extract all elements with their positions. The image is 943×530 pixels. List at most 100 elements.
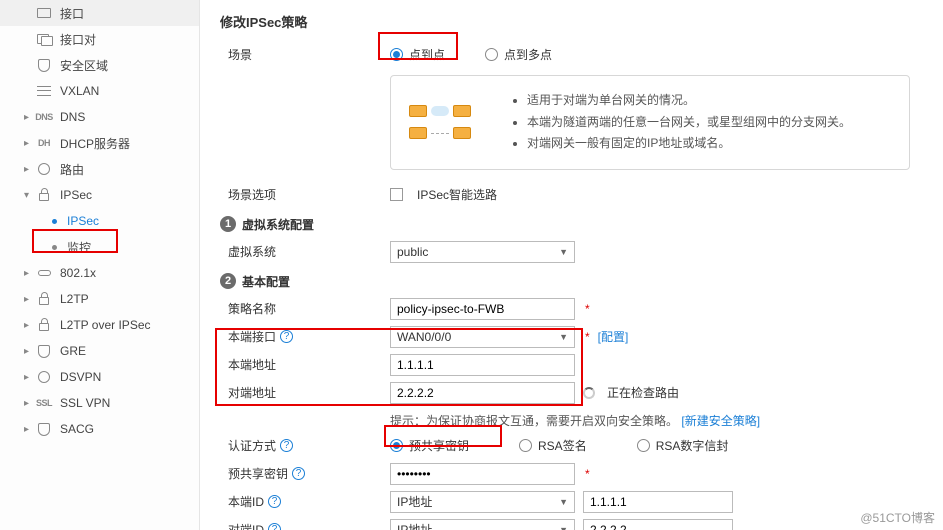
scene-radio-p2p[interactable]: 点到点 <box>390 46 445 63</box>
help-icon[interactable]: ? <box>292 467 305 480</box>
info-line-1: 本端为隧道两端的任意一台网关，或星型组网中的分支网关。 <box>527 112 851 134</box>
hint-line: 提示：为保证协商报文互通，需要开启双向安全策略。 [新建安全策略] <box>390 408 923 433</box>
help-icon[interactable]: ? <box>268 523 281 530</box>
sidebar-item-接口对[interactable]: 接口对 <box>0 26 199 52</box>
local-if-select[interactable]: WAN0/0/0 ▼ <box>390 326 575 348</box>
sidebar-item-路由[interactable]: ▸路由 <box>0 156 199 182</box>
sidebar-item-IPSec[interactable]: ▾IPSec <box>0 182 199 208</box>
local-addr-label: 本端地址 <box>228 356 276 373</box>
sidebar-item-label: VXLAN <box>60 84 191 98</box>
auth-radio-psk[interactable]: 预共享密钥 <box>390 437 469 454</box>
net-icon <box>36 370 52 384</box>
sidebar-item-SSL VPN[interactable]: ▸SSLSSL VPN <box>0 390 199 416</box>
chevron-right-icon: ▸ <box>24 424 34 435</box>
rect-icon <box>36 6 52 20</box>
required-star: * <box>585 467 590 481</box>
scene-radio-p2mp[interactable]: 点到多点 <box>485 46 552 63</box>
txt-icon: SSL <box>36 396 52 410</box>
shield-icon <box>36 344 52 358</box>
auth-radio-rsa-env[interactable]: RSA数字信封 <box>637 437 729 454</box>
peer-id-type: IP地址 <box>397 521 432 530</box>
sidebar-item-L2TP over IPSec[interactable]: ▸L2TP over IPSec <box>0 312 199 338</box>
smart-route-label: IPSec智能选路 <box>417 186 497 203</box>
chevron-right-icon: ▸ <box>24 294 34 305</box>
bars-icon <box>36 84 52 98</box>
chevron-right-icon: ▸ <box>24 268 34 279</box>
sidebar-item-label: SACG <box>60 422 191 436</box>
sidebar-item-label: 接口对 <box>60 31 191 48</box>
sidebar-item-安全区域[interactable]: 安全区域 <box>0 52 199 78</box>
content-pane: 修改IPSec策略 场景 点到点 点到多点 <box>200 0 943 530</box>
sidebar-item-label: DHCP服务器 <box>60 135 191 152</box>
lock-icon <box>36 318 52 332</box>
lock-icon <box>36 292 52 306</box>
scene-opt-1: 点到多点 <box>504 46 552 63</box>
chevron-right-icon: ▸ <box>24 398 34 409</box>
sidebar-item-802.1x[interactable]: ▸ 802.1x <box>0 260 199 286</box>
sidebar-item-DHCP服务器[interactable]: ▸DHDHCP服务器 <box>0 130 199 156</box>
smart-route-checkbox[interactable] <box>390 188 403 201</box>
chevron-right-icon: ▸ <box>24 372 34 383</box>
local-addr-input[interactable] <box>390 354 575 376</box>
topology-diagram <box>409 105 489 139</box>
step-2-icon: 2 <box>220 273 236 289</box>
sidebar-item-label: GRE <box>60 344 191 358</box>
sidebar-subitem-IPSec[interactable]: IPSec <box>0 208 199 234</box>
peer-id-type-select[interactable]: IP地址 ▼ <box>390 519 575 530</box>
local-id-input[interactable] <box>583 491 733 513</box>
sidebar-item-接口[interactable]: 接口 <box>0 0 199 26</box>
sidebar-item-GRE[interactable]: ▸ GRE <box>0 338 199 364</box>
sidebar-item-label: DNS <box>60 110 191 124</box>
scene-opt-0: 点到点 <box>409 46 445 63</box>
config-link[interactable]: [配置] <box>598 328 629 345</box>
help-icon[interactable]: ? <box>280 439 293 452</box>
shield-icon <box>36 58 52 72</box>
hint-text: 提示：为保证协商报文互通，需要开启双向安全策略。 <box>390 414 678 428</box>
new-policy-link[interactable]: [新建安全策略] <box>681 414 760 428</box>
step-1-icon: 1 <box>220 216 236 232</box>
radio-icon <box>390 439 403 452</box>
vsys-select[interactable]: public ▼ <box>390 241 575 263</box>
scene-radio-group: 点到点 点到多点 <box>390 46 552 63</box>
sidebar-item-L2TP[interactable]: ▸ L2TP <box>0 286 199 312</box>
net-icon <box>36 162 52 176</box>
sidebar-item-label: 接口 <box>60 5 191 22</box>
sidebar-item-label: 802.1x <box>60 266 191 280</box>
auth-opt-0: 预共享密钥 <box>409 437 469 454</box>
sidebar-subitem-监控[interactable]: 监控 <box>0 234 199 260</box>
sidebar-item-label: 安全区域 <box>60 57 191 74</box>
help-icon[interactable]: ? <box>280 330 293 343</box>
peer-addr-input[interactable] <box>390 382 575 404</box>
sidebar-item-SACG[interactable]: ▸ SACG <box>0 416 199 442</box>
key-icon <box>36 266 52 280</box>
sidebar-item-label: IPSec <box>67 214 99 228</box>
local-if-value: WAN0/0/0 <box>397 330 451 344</box>
page-title: 修改IPSec策略 <box>220 8 923 41</box>
sidebar-item-VXLAN[interactable]: VXLAN <box>0 78 199 104</box>
chevron-right-icon: ▸ <box>24 138 34 149</box>
scene-label: 场景 <box>228 46 252 63</box>
sidebar: 接口接口对安全区域 VXLAN ▸DNSDNS▸DHDHCP服务器▸路由▾IPSec… <box>0 0 200 530</box>
peer-id-input[interactable] <box>583 519 733 530</box>
radio-icon <box>390 48 403 61</box>
sidebar-item-DSVPN[interactable]: ▸ DSVPN <box>0 364 199 390</box>
chevron-right-icon: ▸ <box>24 164 34 175</box>
chevron-right-icon: ▸ <box>24 320 34 331</box>
psk-input[interactable] <box>390 463 575 485</box>
local-id-type-select[interactable]: IP地址 ▼ <box>390 491 575 513</box>
checking-route-text: 正在检查路由 <box>607 384 679 401</box>
chevron-down-icon: ▼ <box>559 525 568 530</box>
sidebar-item-label: L2TP <box>60 292 191 306</box>
help-icon[interactable]: ? <box>268 495 281 508</box>
sidebar-item-label: DSVPN <box>60 370 191 384</box>
chevron-down-icon: ▼ <box>559 332 568 342</box>
section-vsys-title: 虚拟系统配置 <box>242 216 314 233</box>
lock-icon <box>36 188 52 202</box>
chevron-right-icon: ▸ <box>24 346 34 357</box>
sidebar-item-label: IPSec <box>60 188 191 202</box>
watermark: @51CTO博客 <box>860 509 935 526</box>
policy-name-input[interactable] <box>390 298 575 320</box>
auth-opt-1: RSA签名 <box>538 437 587 454</box>
sidebar-item-DNS[interactable]: ▸DNSDNS <box>0 104 199 130</box>
auth-radio-rsa-sign[interactable]: RSA签名 <box>519 437 587 454</box>
